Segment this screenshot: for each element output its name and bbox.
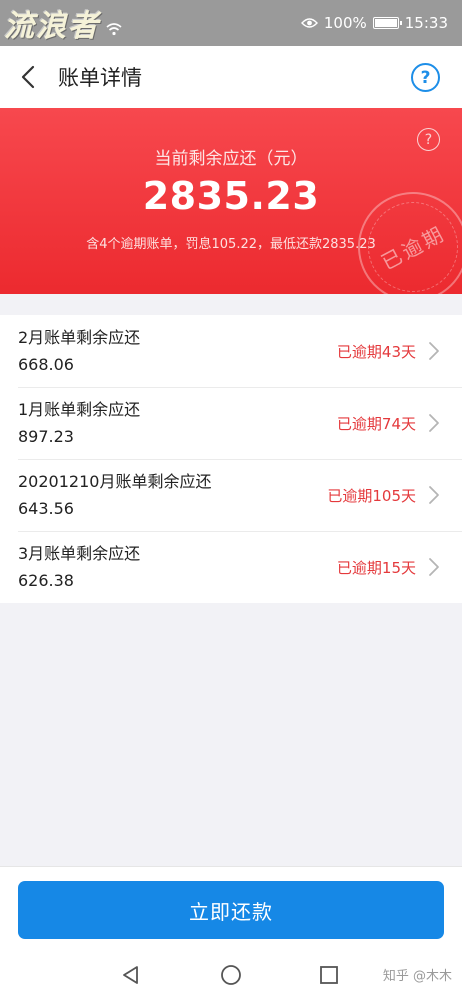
- zhihu-watermark: 知乎 @木木: [382, 969, 452, 984]
- clock: 15:33: [404, 14, 448, 32]
- status-bar: 流浪者 100% 15:33: [0, 0, 462, 46]
- summary-banner: ? 当前剩余应还（元） 2835.23 含4个逾期账单，罚息105.22，最低还…: [0, 108, 462, 294]
- question-icon: ?: [420, 67, 431, 88]
- status-bar-right: 100% 15:33: [300, 14, 448, 32]
- battery-percent: 100%: [323, 14, 367, 32]
- header: 账单详情 ?: [0, 46, 462, 108]
- chevron-right-icon: [429, 558, 439, 576]
- bill-row[interactable]: 3月账单剩余应还 626.38 已逾期15天: [0, 531, 462, 603]
- bill-list: 2月账单剩余应还 668.06 已逾期43天 1月账单剩余应还 897.23 已…: [0, 315, 462, 603]
- square-recent-icon: [320, 966, 338, 984]
- watermark-logo: 流浪者: [4, 9, 100, 44]
- chevron-right-icon: [429, 414, 439, 432]
- bill-overdue-status: 已逾期43天: [336, 342, 416, 361]
- circle-home-icon: [221, 965, 241, 985]
- help-button[interactable]: ?: [411, 63, 440, 92]
- bill-title: 20201210月账单剩余应还: [18, 471, 212, 491]
- bill-title: 1月账单剩余应还: [18, 399, 141, 419]
- nav-home-button[interactable]: [219, 963, 243, 987]
- bill-overdue-status: 已逾期74天: [336, 414, 416, 433]
- bill-overdue-status: 已逾期105天: [327, 486, 416, 505]
- eye-icon: [300, 18, 318, 28]
- wifi-icon: [106, 23, 122, 36]
- bill-row[interactable]: 2月账单剩余应还 668.06 已逾期43天: [0, 315, 462, 387]
- bill-amount: 626.38: [18, 570, 74, 590]
- chevron-right-icon: [429, 486, 439, 504]
- bill-title: 2月账单剩余应还: [18, 327, 141, 347]
- bill-info: 3月账单剩余应还 626.38: [0, 543, 337, 592]
- bill-title: 3月账单剩余应还: [18, 543, 141, 563]
- bill-info: 20201210月账单剩余应还 643.56: [0, 471, 327, 520]
- chevron-left-icon: [21, 65, 35, 89]
- page-title: 账单详情: [58, 66, 142, 90]
- bill-row[interactable]: 1月账单剩余应还 897.23 已逾期74天: [0, 387, 462, 459]
- nav-back-button[interactable]: [119, 963, 143, 987]
- bill-amount: 643.56: [18, 498, 74, 518]
- bill-overdue-status: 已逾期15天: [336, 558, 416, 577]
- bill-row[interactable]: 20201210月账单剩余应还 643.56 已逾期105天: [0, 459, 462, 531]
- bill-info: 2月账单剩余应还 668.06: [0, 327, 337, 376]
- stamp-text: 已逾期: [377, 221, 450, 275]
- summary-label: 当前剩余应还（元）: [154, 149, 308, 169]
- chevron-right-icon: [429, 342, 439, 360]
- bottom-panel: 立即还款 知乎 @木木: [0, 866, 462, 1000]
- bill-info: 1月账单剩余应还 897.23: [0, 399, 337, 448]
- bill-amount: 897.23: [18, 426, 74, 446]
- triangle-back-icon: [123, 966, 138, 984]
- status-bar-left: 流浪者: [4, 1, 122, 45]
- back-button[interactable]: [0, 46, 56, 108]
- bill-amount: 668.06: [18, 354, 74, 374]
- pay-now-button[interactable]: 立即还款: [18, 881, 444, 939]
- nav-recent-button[interactable]: [317, 963, 341, 987]
- battery-icon: [372, 17, 402, 29]
- system-nav-bar: 知乎 @木木: [0, 955, 462, 1000]
